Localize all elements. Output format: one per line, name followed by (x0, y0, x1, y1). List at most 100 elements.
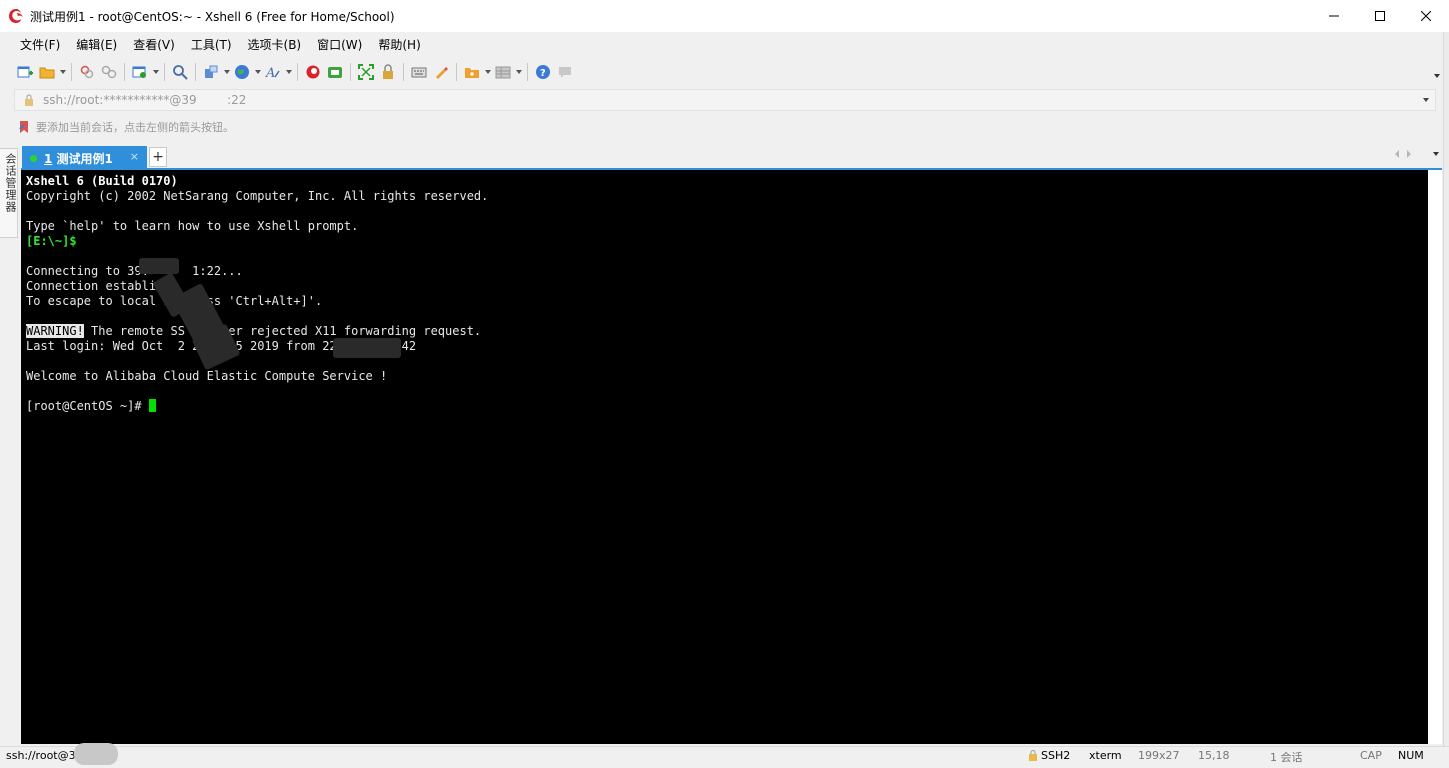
lock-button[interactable] (377, 61, 399, 83)
title-bar: 测试用例1 - root@CentOS:~ - Xshell 6 (Free f… (0, 0, 1449, 32)
find-button[interactable] (169, 61, 191, 83)
svg-text:A: A (265, 66, 275, 80)
maximize-button[interactable] (1357, 0, 1403, 32)
status-dimensions: 199x27 (1138, 749, 1180, 762)
new-session-button[interactable] (14, 61, 36, 83)
menu-file[interactable]: 文件(F) (12, 34, 68, 56)
tab-name: 测试用例1 (56, 151, 113, 166)
toolbar-separator (71, 63, 72, 81)
lock-icon (1029, 750, 1037, 761)
font-dropdown[interactable] (284, 61, 293, 83)
redaction-blur (74, 743, 118, 765)
minimize-button[interactable] (1311, 0, 1357, 32)
status-num: NUM (1398, 749, 1424, 762)
address-dropdown-icon[interactable] (1423, 98, 1429, 102)
menu-tools[interactable]: 工具(T) (183, 34, 240, 56)
toolbar-separator (195, 63, 196, 81)
transfer-button[interactable] (200, 61, 222, 83)
tab-list-icon[interactable] (1432, 150, 1440, 158)
menu-window[interactable]: 窗口(W) (309, 34, 370, 56)
toolbar: A ? (14, 60, 576, 84)
disconnect-icon (101, 65, 117, 79)
toolbar-separator (456, 63, 457, 81)
encoding-button[interactable] (231, 61, 253, 83)
redaction-blur (139, 258, 179, 274)
terminal-line: Connection establi (26, 279, 157, 293)
terminal-line: Connecting to 39. 1:22... (26, 264, 243, 278)
highlight-button[interactable] (430, 61, 452, 83)
toolbar-overflow-icon[interactable] (1433, 72, 1441, 80)
new-session-icon (17, 66, 33, 78)
address-bar (14, 89, 1436, 111)
tab-navigation (1394, 150, 1440, 158)
menu-bar: 文件(F) 编辑(E) 查看(V) 工具(T) 选项卡(B) 窗口(W) 帮助(… (12, 34, 429, 56)
tab-number: 1 (44, 151, 53, 166)
terminal-cursor (148, 399, 156, 412)
status-cursor-position: 15,18 (1198, 749, 1230, 762)
toolbar-separator (403, 63, 404, 81)
maximize-icon (1375, 11, 1385, 21)
properties-icon (132, 66, 146, 78)
close-window-button[interactable] (1403, 0, 1449, 32)
tab-session-1[interactable]: 1 测试用例1 × (22, 146, 147, 170)
terminal-line: Welcome to Alibaba Cloud Elastic Compute… (26, 369, 388, 383)
status-bar: ssh://root@3 :22 SSH2 xterm 199x27 15,18… (0, 743, 1449, 768)
address-input[interactable] (43, 93, 1393, 107)
menu-view[interactable]: 查看(V) (125, 34, 183, 56)
terminal-line: Type `help' to learn how to use Xshell p… (26, 219, 359, 233)
lock-icon (383, 64, 393, 79)
open-session-button[interactable] (36, 61, 58, 83)
xshell-icon (306, 65, 320, 79)
tab-bar: 1 测试用例1 × + (21, 146, 1442, 170)
close-icon (1421, 11, 1431, 21)
xshell-button[interactable] (302, 61, 324, 83)
tab-prev-icon[interactable] (1394, 150, 1400, 158)
layout-grid-icon (495, 66, 511, 79)
warning-label: WARNING! (26, 324, 84, 338)
fullscreen-icon (358, 64, 374, 80)
reconnect-button[interactable] (76, 61, 98, 83)
background-window-edge (1443, 32, 1449, 746)
connection-status-dot (30, 154, 37, 162)
font-button[interactable]: A (262, 61, 284, 83)
reconnect-icon (80, 65, 94, 79)
menu-edit[interactable]: 编辑(E) (68, 34, 125, 56)
properties-button[interactable] (129, 61, 151, 83)
font-icon: A (265, 66, 280, 80)
terminal-line: Xshell 6 (Build 0170) (26, 174, 178, 188)
terminal-line: The remote SS ver rejected X11 forwardin… (83, 324, 482, 338)
add-tab-button[interactable]: + (149, 147, 167, 167)
help-button[interactable]: ? (532, 61, 554, 83)
globe-icon (235, 65, 249, 79)
terminal-scrollbar[interactable] (1428, 170, 1442, 744)
menu-tabs[interactable]: 选项卡(B) (240, 34, 310, 56)
status-caps: CAP (1360, 749, 1382, 762)
xshell-window: 测试用例1 - root@CentOS:~ - Xshell 6 (Free f… (0, 0, 1449, 768)
status-sessions: 1 会话 (1270, 751, 1303, 764)
bookmark-arrow-icon[interactable] (18, 120, 30, 134)
keyboard-button[interactable] (408, 61, 430, 83)
search-icon (173, 65, 188, 80)
fullscreen-button[interactable] (355, 61, 377, 83)
status-protocol: SSH2 (1028, 749, 1070, 762)
tab-close-icon[interactable]: × (130, 150, 139, 163)
encoding-dropdown[interactable] (253, 61, 262, 83)
new-tab-group-button[interactable] (461, 61, 483, 83)
tab-next-icon[interactable] (1406, 150, 1412, 158)
open-session-dropdown[interactable] (58, 61, 67, 83)
layout-dropdown[interactable] (514, 61, 523, 83)
menu-help[interactable]: 帮助(H) (370, 34, 428, 56)
xftp-button[interactable] (324, 61, 346, 83)
terminal-area[interactable]: Xshell 6 (Build 0170) Copyright (c) 2002… (21, 170, 1428, 744)
help-icon: ? (536, 65, 550, 79)
tab-group-dropdown[interactable] (483, 61, 492, 83)
window-controls (1311, 0, 1449, 32)
transfer-dropdown[interactable] (222, 61, 231, 83)
layout-button[interactable] (492, 61, 514, 83)
session-manager-tab[interactable]: 会话管理器 (0, 148, 18, 238)
feedback-button[interactable] (554, 61, 576, 83)
properties-dropdown[interactable] (151, 61, 160, 83)
tab-label: 1 测试用例1 (44, 150, 113, 167)
terminal-output: Xshell 6 (Build 0170) Copyright (c) 2002… (26, 174, 488, 414)
disconnect-button[interactable] (98, 61, 120, 83)
